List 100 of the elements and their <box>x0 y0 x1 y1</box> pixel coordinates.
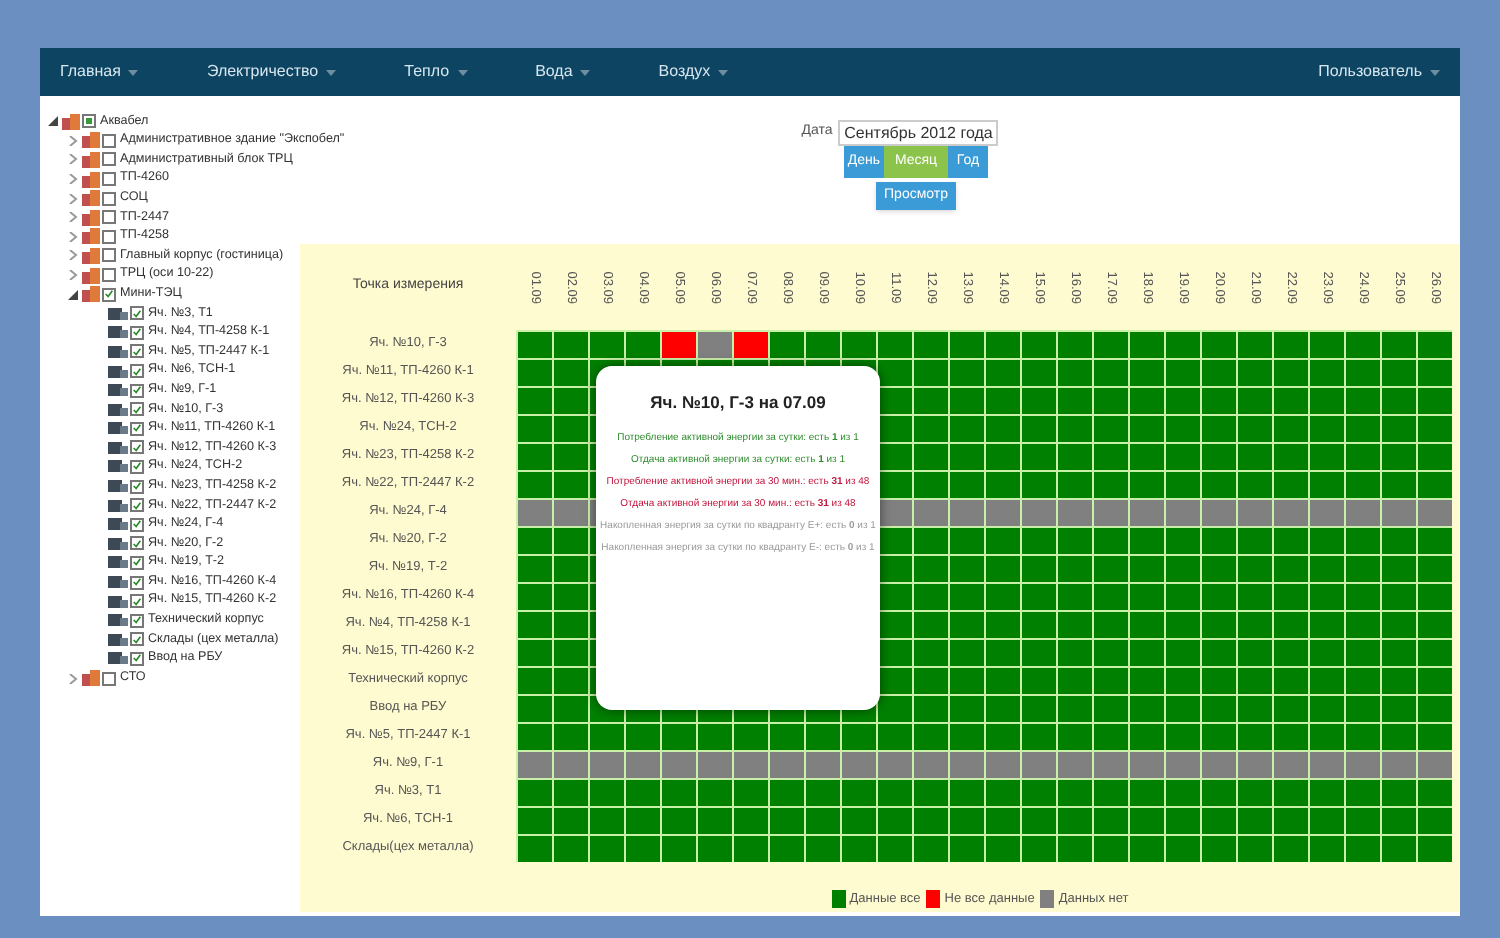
status-cell[interactable] <box>949 331 983 357</box>
status-cell[interactable] <box>769 331 803 357</box>
status-cell[interactable] <box>1093 583 1127 609</box>
status-cell[interactable] <box>1057 443 1091 469</box>
status-cell[interactable] <box>1309 779 1343 805</box>
status-cell[interactable] <box>733 723 767 749</box>
status-cell[interactable] <box>589 723 623 749</box>
status-cell[interactable] <box>733 331 767 357</box>
status-cell[interactable] <box>1345 835 1379 861</box>
status-cell[interactable] <box>985 611 1019 637</box>
status-cell[interactable] <box>1093 471 1127 497</box>
status-cell[interactable] <box>517 751 551 777</box>
status-cell[interactable] <box>1129 807 1163 833</box>
status-cell[interactable] <box>1381 835 1415 861</box>
status-cell[interactable] <box>1345 331 1379 357</box>
status-cell[interactable] <box>1309 639 1343 665</box>
status-cell[interactable] <box>1201 555 1235 581</box>
status-cell[interactable] <box>1057 779 1091 805</box>
status-cell[interactable] <box>949 723 983 749</box>
status-cell[interactable] <box>1345 695 1379 721</box>
checkbox[interactable] <box>130 651 144 666</box>
status-cell[interactable] <box>913 415 947 441</box>
status-cell[interactable] <box>1309 807 1343 833</box>
status-cell[interactable] <box>1417 527 1451 553</box>
status-cell[interactable] <box>1057 835 1091 861</box>
status-cell[interactable] <box>517 639 551 665</box>
status-cell[interactable] <box>661 807 695 833</box>
status-cell[interactable] <box>553 387 587 413</box>
status-cell[interactable] <box>769 751 803 777</box>
status-cell[interactable] <box>1093 415 1127 441</box>
status-cell[interactable] <box>1201 359 1235 385</box>
status-cell[interactable] <box>841 331 875 357</box>
status-cell[interactable] <box>985 779 1019 805</box>
status-cell[interactable] <box>805 835 839 861</box>
checkbox[interactable] <box>130 555 144 570</box>
status-cell[interactable] <box>1309 611 1343 637</box>
status-cell[interactable] <box>1021 695 1055 721</box>
status-cell[interactable] <box>877 359 911 385</box>
status-cell[interactable] <box>625 807 659 833</box>
status-cell[interactable] <box>625 723 659 749</box>
status-cell[interactable] <box>877 331 911 357</box>
status-cell[interactable] <box>1237 527 1271 553</box>
status-cell[interactable] <box>1021 415 1055 441</box>
status-cell[interactable] <box>1057 639 1091 665</box>
status-cell[interactable] <box>913 639 947 665</box>
status-cell[interactable] <box>1021 779 1055 805</box>
status-cell[interactable] <box>733 807 767 833</box>
status-cell[interactable] <box>553 779 587 805</box>
status-cell[interactable] <box>1381 527 1415 553</box>
status-cell[interactable] <box>1129 779 1163 805</box>
status-cell[interactable] <box>1309 555 1343 581</box>
status-cell[interactable] <box>1093 779 1127 805</box>
status-cell[interactable] <box>517 835 551 861</box>
status-cell[interactable] <box>1345 443 1379 469</box>
status-cell[interactable] <box>913 583 947 609</box>
status-cell[interactable] <box>1057 499 1091 525</box>
status-cell[interactable] <box>769 807 803 833</box>
status-cell[interactable] <box>1201 807 1235 833</box>
status-cell[interactable] <box>1309 667 1343 693</box>
nav-menu-item[interactable]: Воздух <box>658 60 729 84</box>
status-cell[interactable] <box>1345 415 1379 441</box>
status-cell[interactable] <box>697 807 731 833</box>
status-cell[interactable] <box>1129 639 1163 665</box>
status-cell[interactable] <box>985 499 1019 525</box>
status-cell[interactable] <box>1129 387 1163 413</box>
status-cell[interactable] <box>1201 387 1235 413</box>
status-cell[interactable] <box>625 751 659 777</box>
status-cell[interactable] <box>1057 415 1091 441</box>
status-cell[interactable] <box>1021 471 1055 497</box>
status-cell[interactable] <box>1021 835 1055 861</box>
status-cell[interactable] <box>1345 387 1379 413</box>
status-cell[interactable] <box>517 471 551 497</box>
status-cell[interactable] <box>1165 555 1199 581</box>
checkbox[interactable] <box>102 191 116 206</box>
status-cell[interactable] <box>1381 555 1415 581</box>
status-cell[interactable] <box>1381 415 1415 441</box>
status-cell[interactable] <box>805 807 839 833</box>
status-cell[interactable] <box>1021 527 1055 553</box>
status-cell[interactable] <box>1417 639 1451 665</box>
status-cell[interactable] <box>805 751 839 777</box>
status-cell[interactable] <box>877 723 911 749</box>
status-cell[interactable] <box>1165 583 1199 609</box>
checkbox[interactable] <box>130 421 144 436</box>
date-field[interactable]: Сентябрь 2012 года <box>838 120 999 146</box>
status-cell[interactable] <box>949 471 983 497</box>
checkbox[interactable] <box>102 152 116 167</box>
status-cell[interactable] <box>553 331 587 357</box>
status-cell[interactable] <box>1129 751 1163 777</box>
status-cell[interactable] <box>1345 359 1379 385</box>
status-cell[interactable] <box>1165 639 1199 665</box>
status-cell[interactable] <box>1417 555 1451 581</box>
status-cell[interactable] <box>553 723 587 749</box>
status-cell[interactable] <box>913 751 947 777</box>
status-cell[interactable] <box>1201 527 1235 553</box>
nav-menu-item[interactable]: Электричество <box>206 60 337 84</box>
status-cell[interactable] <box>517 499 551 525</box>
status-cell[interactable] <box>985 555 1019 581</box>
status-cell[interactable] <box>589 779 623 805</box>
status-cell[interactable] <box>1129 527 1163 553</box>
status-cell[interactable] <box>553 583 587 609</box>
